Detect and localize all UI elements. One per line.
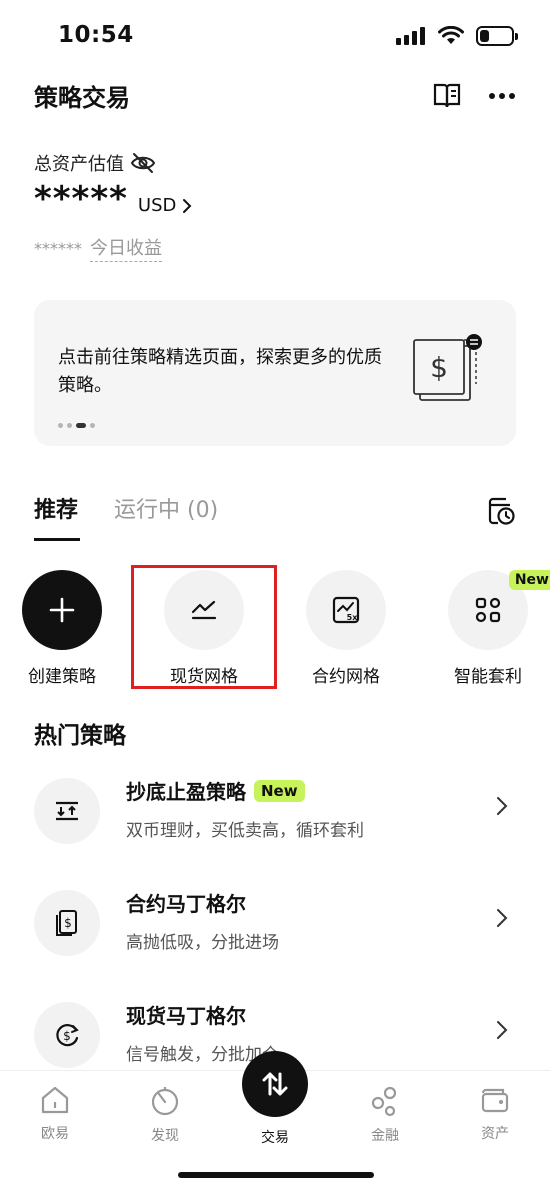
- highlight-box: [131, 565, 277, 689]
- carousel-dots: [58, 423, 95, 428]
- trade-center-button[interactable]: [242, 1051, 308, 1117]
- strategy-title-row: 现货马丁格尔: [126, 1000, 246, 1029]
- banner-text: 点击前往策略精选页面，探索更多的优质策略。: [58, 347, 382, 396]
- futures-martingale-icon: $: [34, 890, 100, 956]
- nav-label: 交易: [261, 1130, 289, 1146]
- pnl-label[interactable]: 今日收益: [90, 234, 162, 262]
- strategy-tabs: 推荐 运行中 (0): [34, 494, 516, 542]
- strategy-desc: 双币理财，买低卖高，循环套利: [126, 821, 364, 841]
- asset-hidden-value: *****: [34, 179, 128, 219]
- dollar-card-icon: $: [413, 334, 482, 401]
- nav-assets[interactable]: 资产: [455, 1085, 535, 1143]
- status-time: 10:54: [58, 22, 134, 48]
- nav-label: 资产: [481, 1126, 509, 1142]
- strategy-title: 抄底止盈策略: [126, 780, 246, 804]
- status-bar: 10:54: [0, 0, 550, 70]
- finance-icon: [371, 1086, 397, 1117]
- nav-discover[interactable]: 发现: [125, 1085, 205, 1145]
- arbitrage-button[interactable]: New 智能套利: [423, 566, 550, 687]
- strategy-item-dip-take-profit[interactable]: 抄底止盈策略 New 双币理财，买低卖高，循环套利: [34, 770, 516, 870]
- carousel-dot: [90, 423, 95, 428]
- strategy-title-row: 合约马丁格尔: [126, 888, 246, 917]
- create-strategy-label: 创建策略: [28, 667, 96, 687]
- page-header: 策略交易: [34, 80, 516, 120]
- svg-text:$: $: [64, 916, 72, 930]
- svg-text:$: $: [430, 351, 448, 384]
- svg-text:5x: 5x: [347, 613, 359, 622]
- wallet-icon: [481, 1088, 509, 1113]
- history-icon[interactable]: [486, 496, 516, 526]
- home-indicator: [178, 1172, 374, 1178]
- strategy-banner[interactable]: 点击前往策略精选页面，探索更多的优质策略。 $: [34, 300, 516, 446]
- discover-icon: [151, 1087, 179, 1116]
- svg-text:$: $: [63, 1029, 71, 1043]
- asset-label-row: 总资产估值: [34, 150, 156, 176]
- strategy-item-futures-martingale[interactable]: $ 合约马丁格尔 高抛低吸，分批进场: [34, 882, 516, 982]
- currency-label: USD: [137, 195, 177, 216]
- create-strategy-button[interactable]: 创建策略: [0, 566, 127, 687]
- futures-grid-label: 合约网格: [312, 667, 380, 687]
- nav-trade[interactable]: 交易: [235, 1123, 315, 1147]
- signal-icon: [396, 27, 425, 45]
- arbitrage-label: 智能套利: [454, 667, 522, 687]
- currency-selector[interactable]: USD: [138, 195, 192, 218]
- eye-off-icon[interactable]: [130, 152, 156, 174]
- carousel-dot-active: [76, 423, 86, 428]
- carousel-dot: [67, 423, 72, 428]
- chevron-right-icon: [497, 1021, 508, 1039]
- more-icon[interactable]: [488, 92, 516, 100]
- header-actions: [432, 82, 516, 110]
- bottom-nav: 欧易 发现 交易 金融 资产: [0, 1051, 550, 1190]
- carousel-dot: [58, 423, 63, 428]
- strategy-title: 现货马丁格尔: [126, 1004, 246, 1028]
- nav-label: 发现: [151, 1128, 179, 1144]
- home-icon: [41, 1086, 69, 1114]
- plus-icon: [22, 570, 102, 650]
- futures-grid-icon: 5x: [306, 570, 386, 650]
- asset-label: 总资产估值: [34, 154, 124, 175]
- active-tab-indicator: [34, 538, 80, 541]
- chevron-right-icon: [497, 909, 508, 927]
- status-icons: [396, 26, 518, 46]
- new-badge: New: [254, 779, 305, 802]
- nav-home[interactable]: 欧易: [15, 1085, 95, 1143]
- spot-martingale-icon: $: [34, 1002, 100, 1068]
- strategy-desc: 高抛低吸，分批进场: [126, 933, 279, 953]
- book-icon[interactable]: [432, 82, 462, 110]
- wifi-icon: [438, 26, 464, 44]
- chevron-right-icon: [183, 198, 192, 213]
- hot-strategies-title: 热门策略: [34, 723, 126, 749]
- tab-running[interactable]: 运行中 (0): [114, 494, 218, 528]
- asset-value-row: ***** USD: [34, 180, 192, 218]
- battery-icon: [476, 26, 518, 46]
- nav-label: 欧易: [41, 1126, 69, 1142]
- strategy-title: 合约马丁格尔: [126, 892, 246, 916]
- nav-finance[interactable]: 金融: [345, 1085, 425, 1145]
- pnl-row: ****** 今日收益: [34, 234, 162, 262]
- swap-arrows-icon: [262, 1072, 288, 1096]
- dip-buy-icon: [34, 778, 100, 844]
- tab-recommend[interactable]: 推荐: [34, 494, 78, 528]
- pnl-hidden-value: ******: [34, 238, 82, 258]
- nav-label: 金融: [371, 1128, 399, 1144]
- new-badge: New: [508, 570, 550, 590]
- chevron-right-icon: [497, 797, 508, 815]
- futures-grid-button[interactable]: 5x 合约网格: [281, 566, 411, 687]
- strategy-title-row: 抄底止盈策略 New: [126, 776, 305, 805]
